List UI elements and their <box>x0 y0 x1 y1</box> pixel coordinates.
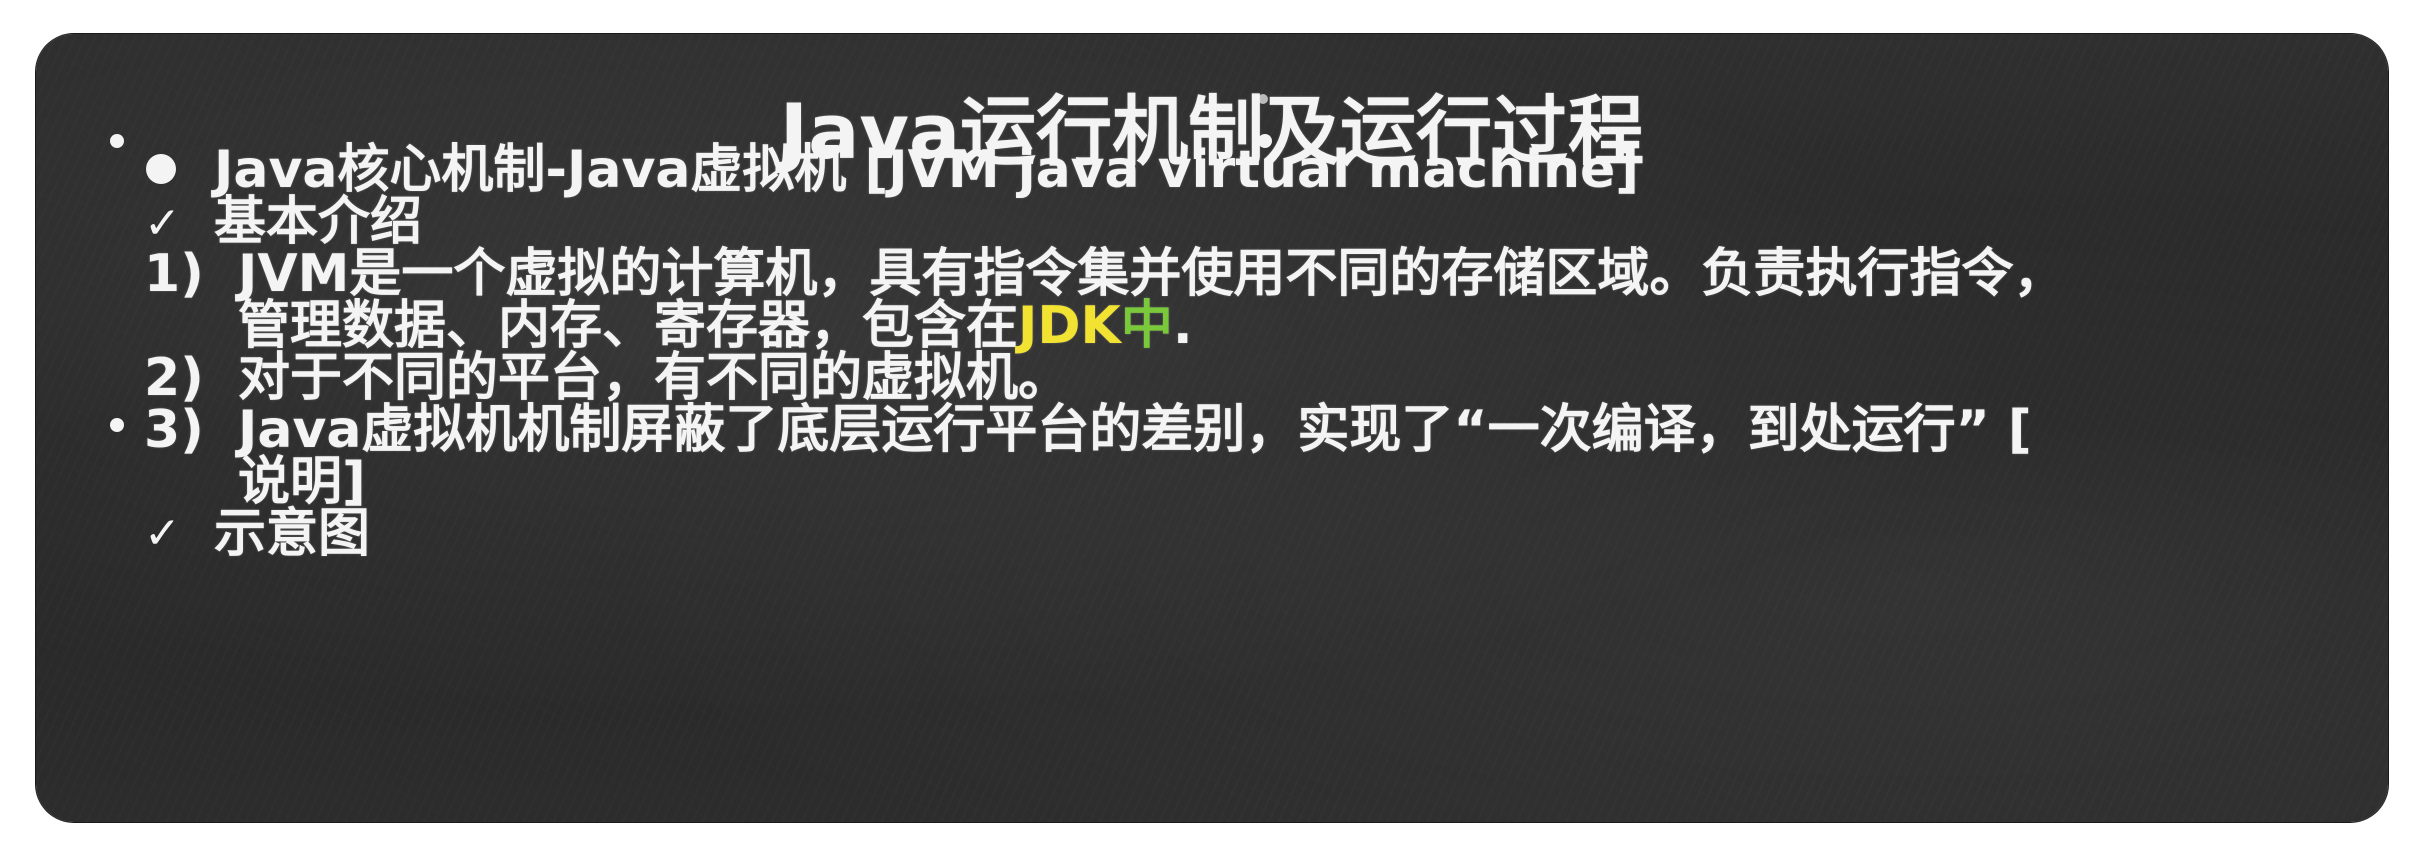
item-text-continued: 说明] <box>238 452 366 512</box>
check-mark-icon: ✓ <box>144 508 181 559</box>
item-number: 3) <box>144 400 204 460</box>
item-text-continued: 管理数据、内存、寄存器，包含在JDK中. <box>238 300 1193 352</box>
highlight-zhong: 中 <box>1120 296 1173 356</box>
sub-heading: 基本介绍 <box>214 192 423 252</box>
item-number: 1) <box>144 244 204 304</box>
stray-dot-icon <box>110 134 124 148</box>
item-text: 对于不同的平台，有不同的虚拟机。 <box>238 348 1071 408</box>
diagram-heading: 示意图 <box>214 504 371 564</box>
item-text-suffix: . <box>1172 296 1193 356</box>
item-text: Java虚拟机机制屏蔽了底层运行平台的差别，实现了“一次编译，到处运行” [ <box>238 400 2032 460</box>
item-text: JVM是一个虚拟的计算机，具有指令集并使用不同的存储区域。负责执行指令， <box>238 244 2066 304</box>
check-mark-icon: ✓ <box>144 198 181 249</box>
stray-dot-icon <box>110 418 124 432</box>
item-text-prefix: 管理数据、内存、寄存器，包含在 <box>238 296 1019 356</box>
bullet-dot-icon <box>146 154 176 184</box>
slide-frame: Java运行机制及运行过程 Java核心机制-Java虚拟机 [JVM java… <box>36 34 2388 822</box>
section-heading: Java核心机制-Java虚拟机 [JVM java virtual machi… <box>214 140 1639 200</box>
stray-dot-icon <box>1258 94 1268 104</box>
item-number: 2) <box>144 348 204 408</box>
highlight-jdk: JDK <box>1018 296 1121 356</box>
